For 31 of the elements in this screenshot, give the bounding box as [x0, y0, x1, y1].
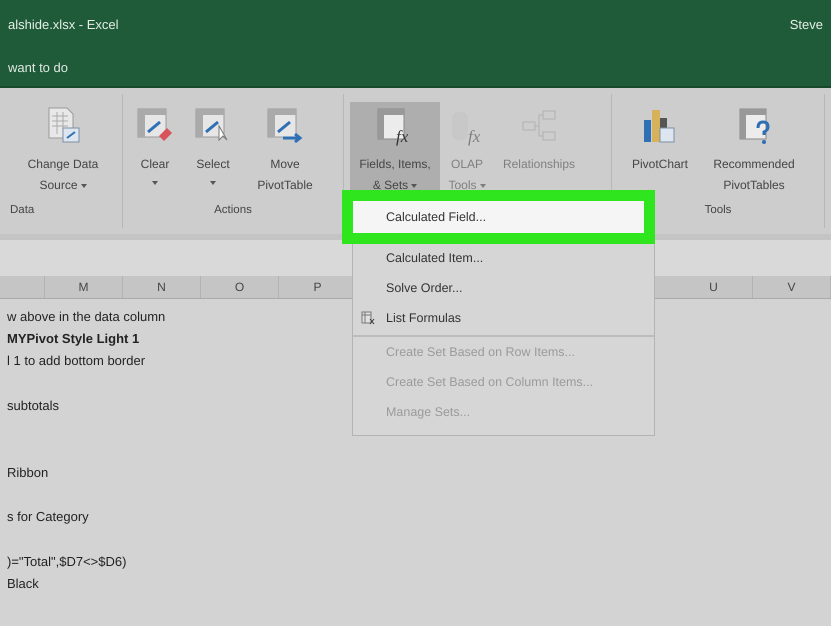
cell-text: w above in the data column — [7, 308, 166, 324]
ribbon-button[interactable]: Change Data Source — [10, 102, 116, 200]
menu-item[interactable]: Calculated Field... — [353, 201, 644, 233]
cell-text: Black — [7, 576, 39, 592]
user-name[interactable]: Steve — [790, 16, 823, 32]
ribbon-button[interactable]: Recommended PivotTables — [706, 102, 802, 200]
column-header: U — [675, 276, 753, 298]
function-icon: fx — [447, 106, 487, 146]
group-label: Actions — [214, 204, 252, 216]
cell-text: subtotals — [7, 398, 60, 413]
cell-text: MYPivot Style Light 1 — [7, 330, 140, 346]
column-header: O — [201, 276, 279, 298]
column-header: M — [45, 276, 123, 298]
cell-text: )="Total",$D7<>$D6) — [7, 554, 126, 569]
cell-text: s for Category — [7, 509, 89, 524]
column-header: N — [123, 276, 201, 298]
ribbon-button[interactable]: PivotChart — [618, 102, 702, 200]
group-label: Tools — [704, 204, 732, 216]
group-label: Data — [10, 204, 34, 216]
tell-me-field[interactable]: want to do — [8, 60, 208, 74]
cell-text: Ribbon — [7, 464, 48, 480]
column-header: V — [753, 276, 831, 298]
table-icon — [361, 311, 375, 325]
ribbon-button[interactable]: Move PivotTable — [245, 102, 325, 200]
menu-item[interactable]: Calculated Item... — [353, 243, 654, 273]
ribbon-button[interactable]: Select — [185, 102, 241, 200]
window-title: alshide.xlsx - Excel — [8, 16, 119, 32]
cell-text: l 1 to add bottom border — [7, 353, 146, 368]
table-icon — [265, 106, 305, 146]
menu-item[interactable]: List Formulas — [353, 303, 654, 333]
ribbon-button[interactable]: Clear — [129, 102, 181, 200]
